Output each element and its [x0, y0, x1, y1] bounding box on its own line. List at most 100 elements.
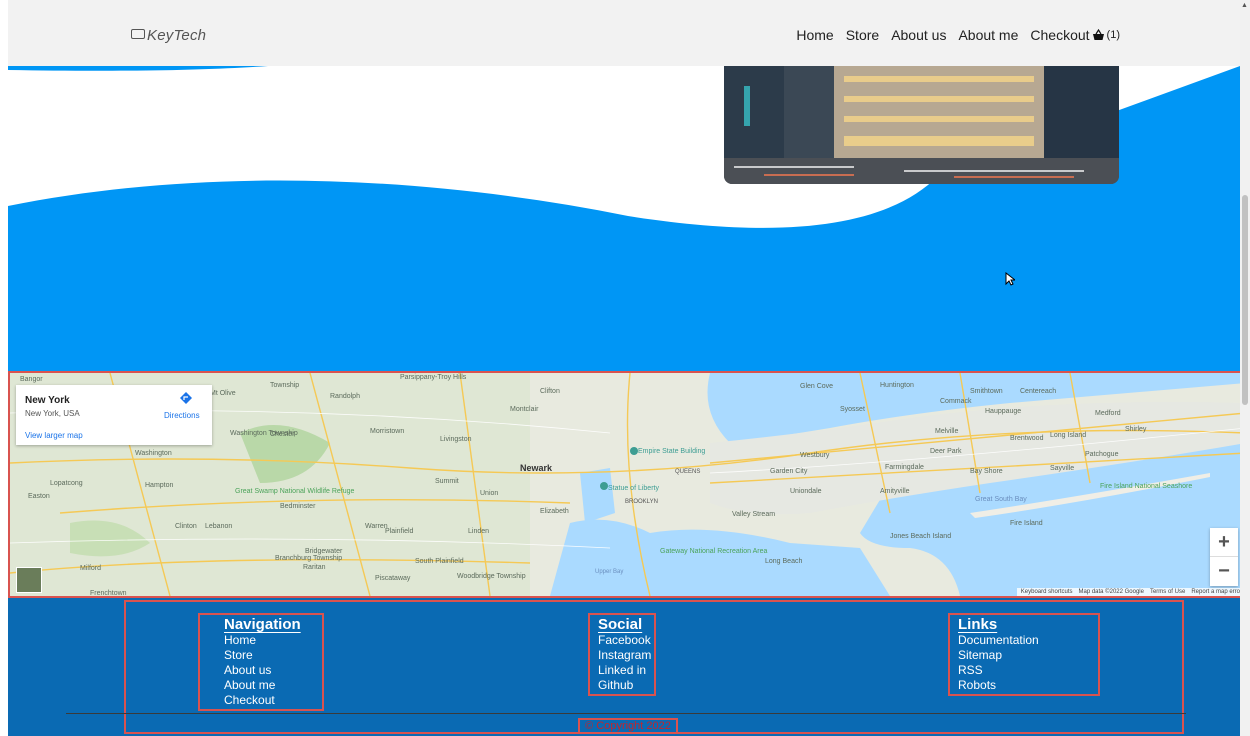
- svg-text:Montclair: Montclair: [510, 406, 539, 413]
- footer-link-github[interactable]: Github: [598, 678, 652, 693]
- footer-link-about-me[interactable]: About me: [224, 678, 320, 693]
- footer-link-robots[interactable]: Robots: [958, 678, 1096, 693]
- footer-link-home[interactable]: Home: [224, 633, 320, 648]
- footer-link-documentation[interactable]: Documentation: [958, 633, 1096, 648]
- svg-text:Raritan: Raritan: [303, 564, 326, 571]
- directions-icon[interactable]: [179, 391, 193, 405]
- svg-text:Patchogue: Patchogue: [1085, 451, 1119, 458]
- svg-text:Smithtown: Smithtown: [970, 388, 1003, 395]
- svg-text:Westbury: Westbury: [800, 452, 830, 459]
- svg-text:Valley Stream: Valley Stream: [732, 511, 775, 518]
- svg-text:Lebanon: Lebanon: [205, 523, 232, 530]
- footer-link-store[interactable]: Store: [224, 648, 320, 663]
- nav-about-me[interactable]: About me: [958, 27, 1018, 43]
- scroll-up-icon[interactable]: ▲: [1241, 2, 1248, 9]
- navbar: KeyTech Home Store About us About me Che…: [8, 0, 1240, 66]
- nav-checkout[interactable]: Checkout (1): [1030, 27, 1120, 43]
- zoom-controls: + −: [1210, 528, 1238, 586]
- svg-text:Morristown: Morristown: [370, 428, 404, 435]
- svg-text:Plainfield: Plainfield: [385, 528, 414, 535]
- svg-text:Upper Bay: Upper Bay: [595, 569, 623, 575]
- satellite-toggle[interactable]: [16, 567, 42, 593]
- svg-text:Uniondale: Uniondale: [790, 488, 822, 495]
- zoom-out-button[interactable]: −: [1210, 557, 1238, 585]
- svg-text:Linden: Linden: [468, 528, 489, 535]
- svg-text:Livingston: Livingston: [440, 436, 472, 443]
- svg-text:South Plainfield: South Plainfield: [415, 558, 464, 565]
- svg-text:QUEENS: QUEENS: [675, 469, 700, 475]
- svg-text:Fire Island: Fire Island: [1010, 520, 1043, 527]
- svg-text:Summit: Summit: [435, 478, 459, 485]
- svg-text:Long Beach: Long Beach: [765, 558, 802, 565]
- nav-about-us[interactable]: About us: [891, 27, 946, 43]
- footer-col-title: Social: [598, 616, 643, 633]
- svg-text:Farmingdale: Farmingdale: [885, 464, 924, 471]
- svg-text:Hauppauge: Hauppauge: [985, 408, 1021, 415]
- svg-text:Medford: Medford: [1095, 410, 1121, 417]
- brand-logo[interactable]: KeyTech: [131, 27, 206, 44]
- city-photo: [724, 66, 1119, 184]
- zoom-in-button[interactable]: +: [1210, 528, 1238, 556]
- svg-text:Empire State Building: Empire State Building: [638, 448, 705, 455]
- keyboard-icon: [131, 29, 145, 39]
- place-title: New York: [25, 395, 70, 406]
- svg-text:Branchburg Township: Branchburg Township: [275, 555, 342, 562]
- svg-text:BROOKLYN: BROOKLYN: [625, 499, 658, 505]
- svg-text:Sayville: Sayville: [1050, 465, 1074, 472]
- footer-link-linkedin[interactable]: Linked in: [598, 663, 652, 678]
- nav-links: Home Store About us About me Checkout (1…: [796, 27, 1120, 43]
- footer: Navigation Home Store About us About me …: [8, 598, 1240, 736]
- svg-text:Milford: Milford: [80, 565, 101, 572]
- svg-text:Brentwood: Brentwood: [1010, 435, 1044, 442]
- svg-text:Statue of Liberty: Statue of Liberty: [608, 485, 659, 492]
- svg-text:Shirley: Shirley: [1125, 426, 1147, 433]
- svg-text:Deer Park: Deer Park: [930, 448, 962, 455]
- footer-link-instagram[interactable]: Instagram: [598, 648, 652, 663]
- svg-text:Amityville: Amityville: [880, 488, 910, 495]
- nav-checkout-label: Checkout: [1030, 27, 1090, 43]
- svg-text:Commack: Commack: [940, 398, 972, 405]
- view-larger-map-link[interactable]: View larger map: [25, 431, 83, 440]
- svg-text:Frenchtown: Frenchtown: [90, 590, 127, 596]
- svg-text:Gateway National Recreation Ar: Gateway National Recreation Area: [660, 548, 767, 555]
- map-embed[interactable]: Bangor Mt Olive Randolph Montclair Clift…: [8, 371, 1248, 598]
- copyright-text: © Copyright 2022: [578, 718, 678, 734]
- place-subtitle: New York, USA: [25, 409, 80, 418]
- svg-text:Bedminster: Bedminster: [280, 503, 316, 510]
- svg-text:Clifton: Clifton: [540, 388, 560, 395]
- cart-count: (1): [1106, 29, 1120, 41]
- svg-text:Glen Cove: Glen Cove: [800, 383, 833, 390]
- footer-col-navigation: Navigation Home Store About us About me …: [198, 613, 324, 711]
- footer-link-about-us[interactable]: About us: [224, 663, 320, 678]
- place-card: New York New York, USA View larger map D…: [16, 385, 212, 445]
- terms-link[interactable]: Terms of Use: [1150, 589, 1185, 595]
- nav-store[interactable]: Store: [846, 27, 879, 43]
- page-scrollbar[interactable]: ▲: [1240, 0, 1250, 736]
- footer-link-facebook[interactable]: Facebook: [598, 633, 652, 648]
- svg-text:Washington: Washington: [135, 450, 172, 457]
- svg-text:Randolph: Randolph: [330, 393, 360, 400]
- svg-text:Township: Township: [270, 382, 299, 389]
- svg-text:Union: Union: [480, 490, 498, 497]
- footer-divider: [66, 713, 1186, 714]
- svg-text:Great South Bay: Great South Bay: [975, 496, 1027, 503]
- footer-link-checkout[interactable]: Checkout: [224, 693, 320, 708]
- svg-text:Long Island: Long Island: [1050, 432, 1086, 439]
- svg-text:Garden City: Garden City: [770, 468, 808, 475]
- directions-link[interactable]: Directions: [164, 411, 200, 420]
- report-error-link[interactable]: Report a map error: [1191, 589, 1242, 595]
- scrollbar-thumb[interactable]: [1242, 195, 1248, 405]
- footer-link-sitemap[interactable]: Sitemap: [958, 648, 1096, 663]
- keyboard-shortcuts-link[interactable]: Keyboard shortcuts: [1021, 589, 1073, 595]
- svg-text:Bay Shore: Bay Shore: [970, 468, 1003, 475]
- svg-text:Bridgewater: Bridgewater: [305, 548, 343, 555]
- nav-home[interactable]: Home: [796, 27, 833, 43]
- footer-link-rss[interactable]: RSS: [958, 663, 1096, 678]
- svg-text:Chester: Chester: [270, 431, 295, 438]
- svg-text:Centereach: Centereach: [1020, 388, 1056, 395]
- basket-icon: [1092, 29, 1104, 40]
- footer-col-title: Links: [958, 616, 998, 633]
- svg-text:Newark: Newark: [520, 463, 553, 473]
- svg-text:Melville: Melville: [935, 428, 958, 435]
- svg-text:Elizabeth: Elizabeth: [540, 508, 569, 515]
